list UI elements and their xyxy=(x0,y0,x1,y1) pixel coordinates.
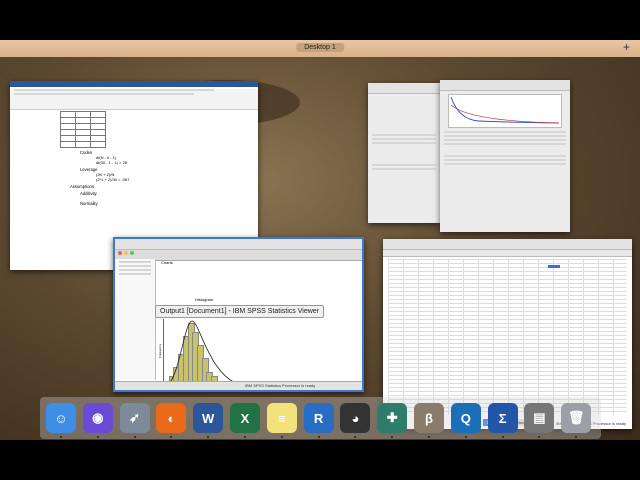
spss-output-viewer-window[interactable]: Charts Histogram Frequency Output1 [Docu… xyxy=(113,237,364,392)
running-indicator xyxy=(428,436,430,438)
text-normality: Normality xyxy=(80,201,98,206)
running-indicator xyxy=(464,436,467,438)
firefox-icon[interactable]: ◐ xyxy=(156,403,187,433)
add-desktop-button[interactable]: + xyxy=(623,40,630,54)
dialog-title-bar[interactable] xyxy=(368,83,440,94)
notes-icon[interactable]: ≡ xyxy=(266,403,297,433)
running-indicator xyxy=(96,436,99,438)
github-icon[interactable]: ◕ xyxy=(340,403,371,433)
running-indicator xyxy=(501,436,504,438)
data-editor-toolbar[interactable] xyxy=(383,250,632,257)
text-leverage-value: (2*1 + 2)/30 = .067 xyxy=(96,177,130,182)
chart-title: Histogram xyxy=(195,297,214,302)
word-ribbon[interactable] xyxy=(10,89,258,110)
histogram-chart[interactable] xyxy=(163,319,247,388)
running-indicator xyxy=(538,436,541,438)
viewer-title-bar[interactable] xyxy=(115,239,362,255)
word-icon[interactable]: W xyxy=(193,403,224,433)
power-curve xyxy=(450,96,560,124)
text-additivity: Additivity xyxy=(80,191,97,196)
output-heading: Charts xyxy=(161,260,173,265)
viewer-status-text: IBM SPSS Statistics Processor is ready xyxy=(245,383,316,388)
data-grid[interactable] xyxy=(388,259,627,415)
r-icon[interactable]: R xyxy=(303,403,334,433)
quicktime-icon[interactable]: Q xyxy=(450,403,481,433)
trash-icon[interactable]: 🗑 xyxy=(561,403,592,433)
text-assumptions: Assumptions xyxy=(70,184,94,189)
window-controls[interactable] xyxy=(118,242,136,260)
data-editor-title-bar[interactable] xyxy=(383,239,632,250)
running-indicator xyxy=(575,436,578,438)
window-title-tooltip: Output1 [Document1] - IBM SPSS Statistic… xyxy=(155,305,324,318)
histogram-ylabel: Frequency xyxy=(158,343,163,359)
running-indicator xyxy=(60,436,62,438)
outline-tree[interactable] xyxy=(115,259,156,380)
selected-cell[interactable] xyxy=(548,265,560,268)
normal-curve xyxy=(164,320,244,387)
launchpad-icon[interactable]: ➶ xyxy=(119,403,150,433)
running-indicator xyxy=(133,436,136,438)
running-indicator xyxy=(354,436,357,438)
text-codes-value: df(30 - 1 - 1) = 28 xyxy=(96,160,128,165)
preferences-dialog-window[interactable] xyxy=(368,83,440,223)
jasp-icon[interactable]: β xyxy=(414,403,444,433)
running-indicator xyxy=(391,436,394,438)
running-indicator xyxy=(280,436,283,438)
finder-icon[interactable]: ☺ xyxy=(46,403,76,433)
cfa-icon[interactable]: ✚ xyxy=(377,403,408,433)
siri-icon[interactable]: ◉ xyxy=(82,403,113,433)
viewer-status-bar: IBM SPSS Statistics Processor is ready xyxy=(115,381,362,390)
documents-icon[interactable]: ▤ xyxy=(524,403,555,433)
power-analysis-window[interactable] xyxy=(440,80,570,232)
stats-icon[interactable]: Σ xyxy=(487,403,518,433)
excel-icon[interactable]: X xyxy=(230,403,260,433)
power-plot xyxy=(448,94,562,128)
desktop-1-thumbnail[interactable]: Desktop 1 xyxy=(296,43,344,52)
running-indicator xyxy=(317,436,320,438)
word-title-bar[interactable] xyxy=(10,81,258,87)
running-indicator xyxy=(170,436,173,438)
running-indicator xyxy=(244,436,246,438)
dock: ☺ ◉ ➶ ◐ W X ≡ R ◕ ✚ β Q Σ ▤ 🗑 xyxy=(40,397,601,439)
power-title-bar[interactable] xyxy=(440,80,570,91)
word-table xyxy=(60,111,106,148)
running-indicator xyxy=(207,436,210,438)
mission-control-bar: Desktop 1 + xyxy=(0,40,640,57)
desktop: Desktop 1 + Codes df(N - k - 1) df(30 - … xyxy=(0,40,640,440)
